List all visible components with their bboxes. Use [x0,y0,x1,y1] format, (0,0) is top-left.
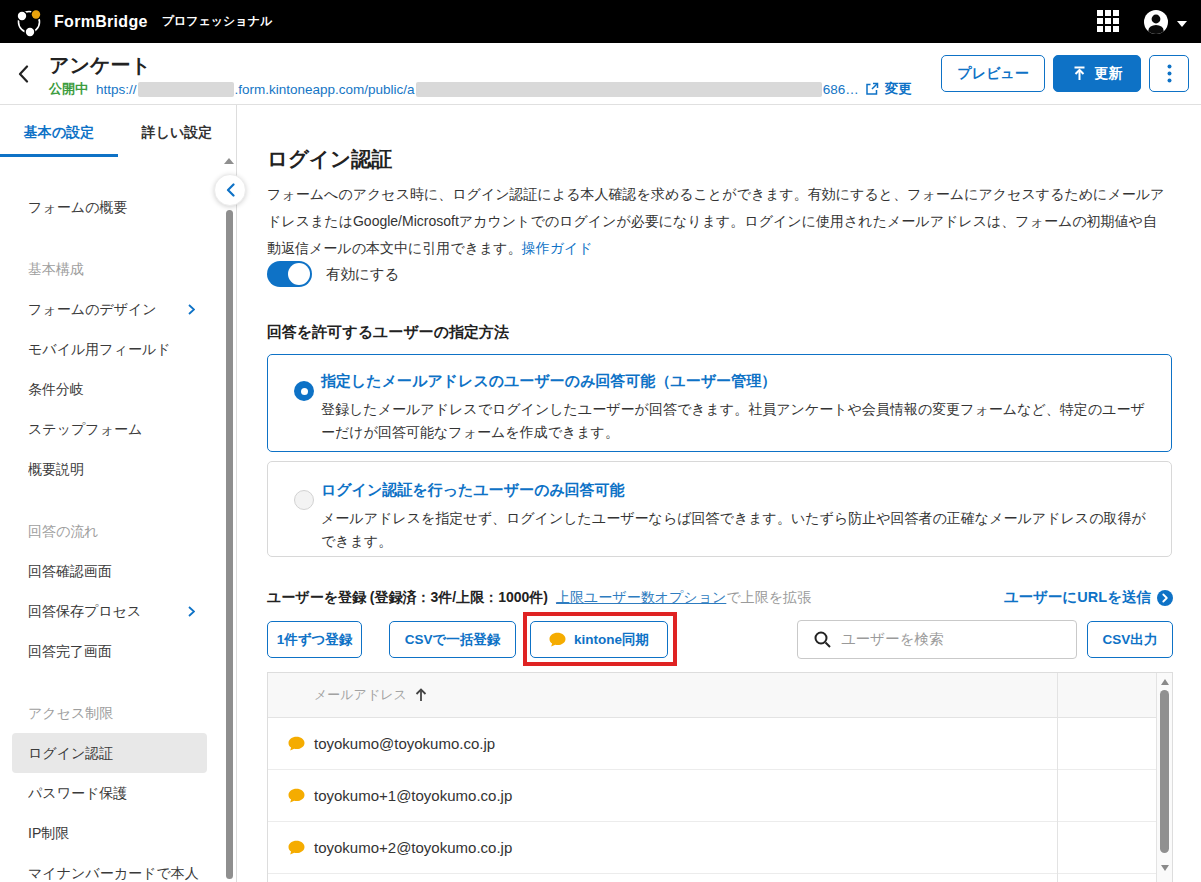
brand-name: FormBridge [54,13,148,31]
sidebar-item-IP制限[interactable]: IP制限 [12,813,207,853]
option-any-authenticated-user[interactable]: ログイン認証を行ったユーザーのみ回答可能 メールアドレスを指定せず、ログインした… [267,461,1172,557]
sidebar-section-アクセス制限: アクセス制限 [12,693,207,733]
register-users-heading: ユーザーを登録 (登録済：3件/上限：1000件) [267,589,548,607]
csv-bulk-register-button[interactable]: CSVで一括登録 [389,621,516,658]
back-button[interactable] [17,65,29,86]
redacted-url-part [138,82,234,97]
user-table: メールアドレス toyokumo@toyokumo.co.jp toyokumo+… [267,672,1173,882]
kintone-icon [288,788,305,803]
topbar: FormBridge プロフェッショナル [0,0,1201,43]
update-button[interactable]: 更新 [1053,55,1141,92]
kintone-icon [288,736,305,751]
sidebar-tabs: 基本の設定 詳しい設定 [0,105,236,157]
caret-down-icon[interactable] [1177,13,1187,31]
enable-toggle-label: 有効にする [326,265,400,284]
search-icon [814,631,831,648]
section-title: 回答を許可するユーザーの指定方法 [267,323,509,342]
table-row[interactable]: toyokumo+1@toyokumo.co.jp [268,770,1172,822]
sidebar-item-ログイン認証[interactable]: ログイン認証 [12,733,207,773]
upload-icon [1072,66,1087,81]
settings-sidebar: 基本の設定 詳しい設定 フォームの概要基本構成フォームのデザインモバイル用フィー… [0,105,237,882]
formbridge-app: FormBridge プロフェッショナル アンケート 公開中 [0,0,1201,882]
sidebar-scrollbar-thumb[interactable] [226,210,233,879]
form-title: アンケート [49,53,912,78]
sidebar-item-マイナンバーカードで本人[interactable]: マイナンバーカードで本人 [12,853,207,882]
tab-detailed-settings[interactable]: 詳しい設定 [118,105,236,157]
sidebar-scroll-up-arrow[interactable] [224,158,234,164]
user-limit-option-link[interactable]: 上限ユーザー数オプション [556,589,726,607]
scroll-up-arrow[interactable] [1161,679,1169,685]
sidebar-item-概要説明[interactable]: 概要説明 [12,449,207,489]
register-one-button[interactable]: 1件ずつ登録 [267,621,362,658]
send-url-link[interactable]: ユーザーにURLを送信 [1004,588,1173,607]
sidebar-item-フォームの概要[interactable]: フォームの概要 [12,187,207,227]
formbridge-logo-icon [14,7,44,37]
tab-basic-settings[interactable]: 基本の設定 [0,105,118,157]
table-column-separator [1057,673,1058,882]
email-column-header[interactable]: メールアドレス [314,686,407,704]
sidebar-item-モバイル用フィールド[interactable]: モバイル用フィールド [12,329,207,369]
main-content: ログイン認証 フォームへのアクセス時に、ログイン認証による本人確認を求めることが… [237,105,1201,882]
table-scrollbar-thumb[interactable] [1160,690,1169,853]
option-registered-users[interactable]: 指定したメールアドレスのユーザーのみ回答可能（ユーザー管理） 登録したメールアド… [267,354,1172,452]
sort-ascending-icon[interactable] [415,688,427,702]
sidebar-item-パスワード保護[interactable]: パスワード保護 [12,773,207,813]
table-row[interactable]: toyokumo+2@toyokumo.co.jp [268,822,1172,874]
sidebar-item-ステップフォーム[interactable]: ステップフォーム [12,409,207,449]
change-url-link[interactable]: 変更 [885,80,912,98]
user-email: toyokumo+1@toyokumo.co.jp [314,787,512,804]
sidebar-collapse-button[interactable] [214,174,246,206]
sidebar-item-条件分岐[interactable]: 条件分岐 [12,369,207,409]
more-menu-button[interactable] [1149,55,1189,92]
sidebar-item-回答保存プロセス[interactable]: 回答保存プロセス [12,591,207,631]
apps-grid-icon[interactable] [1097,10,1121,34]
redacted-url-part [416,82,822,97]
chevron-right-icon [188,606,195,617]
external-link-icon[interactable] [865,82,879,96]
enable-toggle[interactable] [267,261,312,287]
sidebar-item-フォームのデザイン[interactable]: フォームのデザイン [12,289,207,329]
sidebar-item-回答確認画面[interactable]: 回答確認画面 [12,551,207,591]
sidebar-section-回答の流れ: 回答の流れ [12,511,207,551]
radio-unselected-icon[interactable] [294,490,314,510]
page-title: ログイン認証 [267,145,392,173]
status-badge: 公開中 [49,80,88,98]
help-arrow-icon [1157,590,1173,606]
sidebar-nav: フォームの概要基本構成フォームのデザインモバイル用フィールド条件分岐ステップフォ… [0,157,236,882]
sidebar-section-基本構成: 基本構成 [12,249,207,289]
public-url: https://.form.kintoneapp.com/public/a686… [96,82,859,97]
chevron-right-icon [188,304,195,315]
page-description: フォームへのアクセス時に、ログイン認証による本人確認を求めることができます。有効… [267,181,1166,262]
sidebar-item-回答完了画面[interactable]: 回答完了画面 [12,631,207,671]
table-header-row: メールアドレス [268,673,1172,718]
user-search-input[interactable]: ユーザーを検索 [797,620,1077,659]
kintone-icon [288,840,305,855]
radio-selected-icon[interactable] [294,381,314,401]
plan-badge: プロフェッショナル [162,13,273,30]
annotation-highlight-box [523,612,677,666]
table-scrollbar [1156,673,1172,882]
csv-export-button[interactable]: CSV出力 [1087,621,1173,658]
user-email: toyokumo@toyokumo.co.jp [314,735,495,752]
scroll-down-arrow[interactable] [1161,865,1169,871]
table-row[interactable]: toyokumo@toyokumo.co.jp [268,718,1172,770]
account-avatar-icon[interactable] [1143,9,1169,35]
page-header: アンケート 公開中 https://.form.kintoneapp.com/p… [0,43,1201,105]
preview-button[interactable]: プレビュー [941,55,1045,92]
guide-link[interactable]: 操作ガイド [522,240,593,256]
user-email: toyokumo+2@toyokumo.co.jp [314,839,512,856]
